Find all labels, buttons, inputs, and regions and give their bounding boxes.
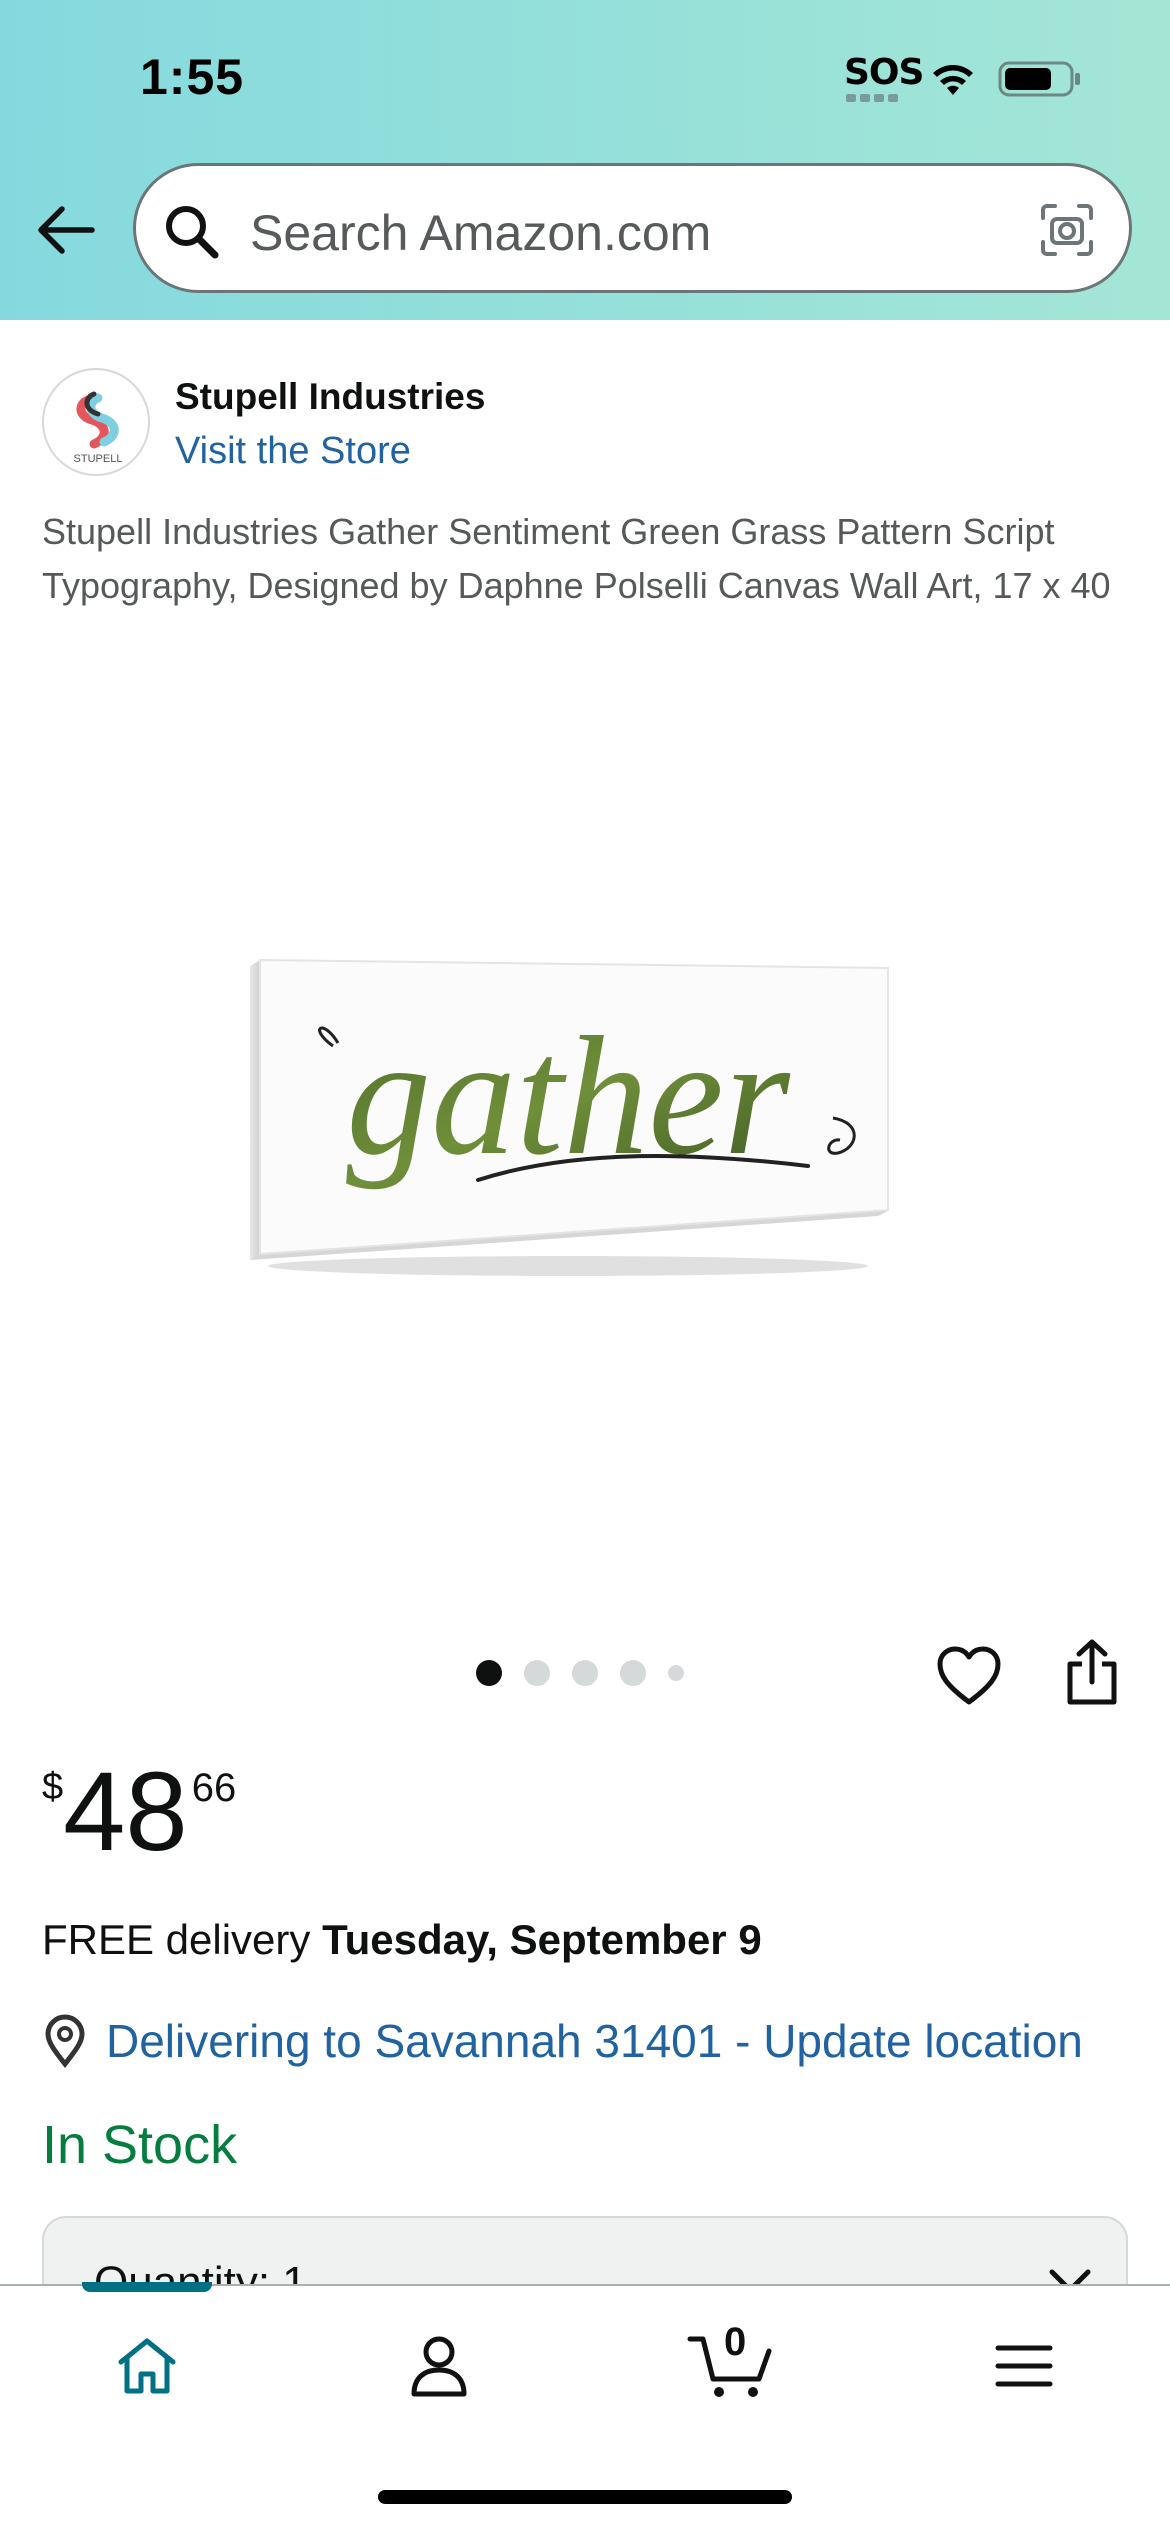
delivery-location[interactable]: Delivering to Savannah 31401 - Update lo… <box>42 2014 1083 2068</box>
sos-indicator: SOS <box>844 52 924 106</box>
battery-icon <box>998 61 1080 97</box>
stupell-logo-icon: STUPELL <box>74 391 123 465</box>
nav-active-indicator <box>82 2282 212 2292</box>
sos-label: SOS <box>844 52 924 93</box>
status-time: 1:55 <box>140 49 245 105</box>
location-pin-icon <box>45 2014 85 2068</box>
user-icon <box>411 2336 467 2397</box>
product-title: Stupell Industries Gather Sentiment Gree… <box>42 511 1111 606</box>
delivery-prefix: FREE delivery <box>42 1916 323 1963</box>
image-pager[interactable] <box>476 1660 684 1686</box>
share-icon[interactable] <box>1062 1638 1122 1706</box>
nav-profile-button[interactable] <box>389 2326 489 2406</box>
pager-dot[interactable] <box>572 1660 598 1686</box>
home-icon <box>118 2338 176 2394</box>
nav-menu-button[interactable] <box>974 2326 1074 2406</box>
logo-text: STUPELL <box>74 453 123 465</box>
cart-count-badge: 0 <box>724 2320 747 2364</box>
pager-dot[interactable] <box>668 1665 684 1681</box>
nav-cart-button[interactable]: 0 <box>680 2320 780 2406</box>
canvas-art-image: gather <box>250 958 890 1276</box>
delivery-info: FREE delivery Tuesday, September 9 <box>42 1916 762 1964</box>
search-input[interactable]: Search Amazon.com <box>133 163 1132 293</box>
home-indicator[interactable] <box>378 2490 792 2504</box>
pager-dot[interactable] <box>620 1660 646 1686</box>
price: $ 48 66 <box>42 1752 236 1872</box>
back-button[interactable] <box>34 198 98 262</box>
delivery-date: Tuesday, September 9 <box>322 1916 762 1963</box>
wishlist-heart-icon[interactable] <box>936 1645 1002 1707</box>
product-image[interactable]: gather <box>238 948 898 1278</box>
status-icons: SOS <box>844 52 1082 106</box>
hamburger-menu-icon <box>995 2345 1053 2387</box>
header-bar: 1:55 SOS Search Amazon.com <box>0 0 1170 320</box>
nav-home-button[interactable] <box>97 2326 197 2406</box>
stock-status: In Stock <box>42 2115 238 2175</box>
back-arrow-icon <box>38 206 95 254</box>
wifi-icon <box>933 65 973 95</box>
pager-dot[interactable] <box>524 1660 550 1686</box>
search-placeholder: Search Amazon.com <box>250 205 712 261</box>
search-icon <box>166 206 219 259</box>
brand-name: Stupell Industries <box>175 376 486 417</box>
price-whole: 48 <box>63 1749 188 1874</box>
visit-store-link[interactable]: Visit the Store <box>175 430 411 473</box>
camera-search-icon[interactable] <box>1039 202 1095 258</box>
brand-logo[interactable]: STUPELL <box>42 368 150 476</box>
price-fraction: 66 <box>191 1766 237 1810</box>
pager-dot-active[interactable] <box>476 1660 502 1686</box>
signal-dots-icon <box>846 94 898 102</box>
price-symbol: $ <box>42 1766 64 1808</box>
update-location-link[interactable]: Delivering to Savannah 31401 - Update lo… <box>106 2014 1083 2068</box>
